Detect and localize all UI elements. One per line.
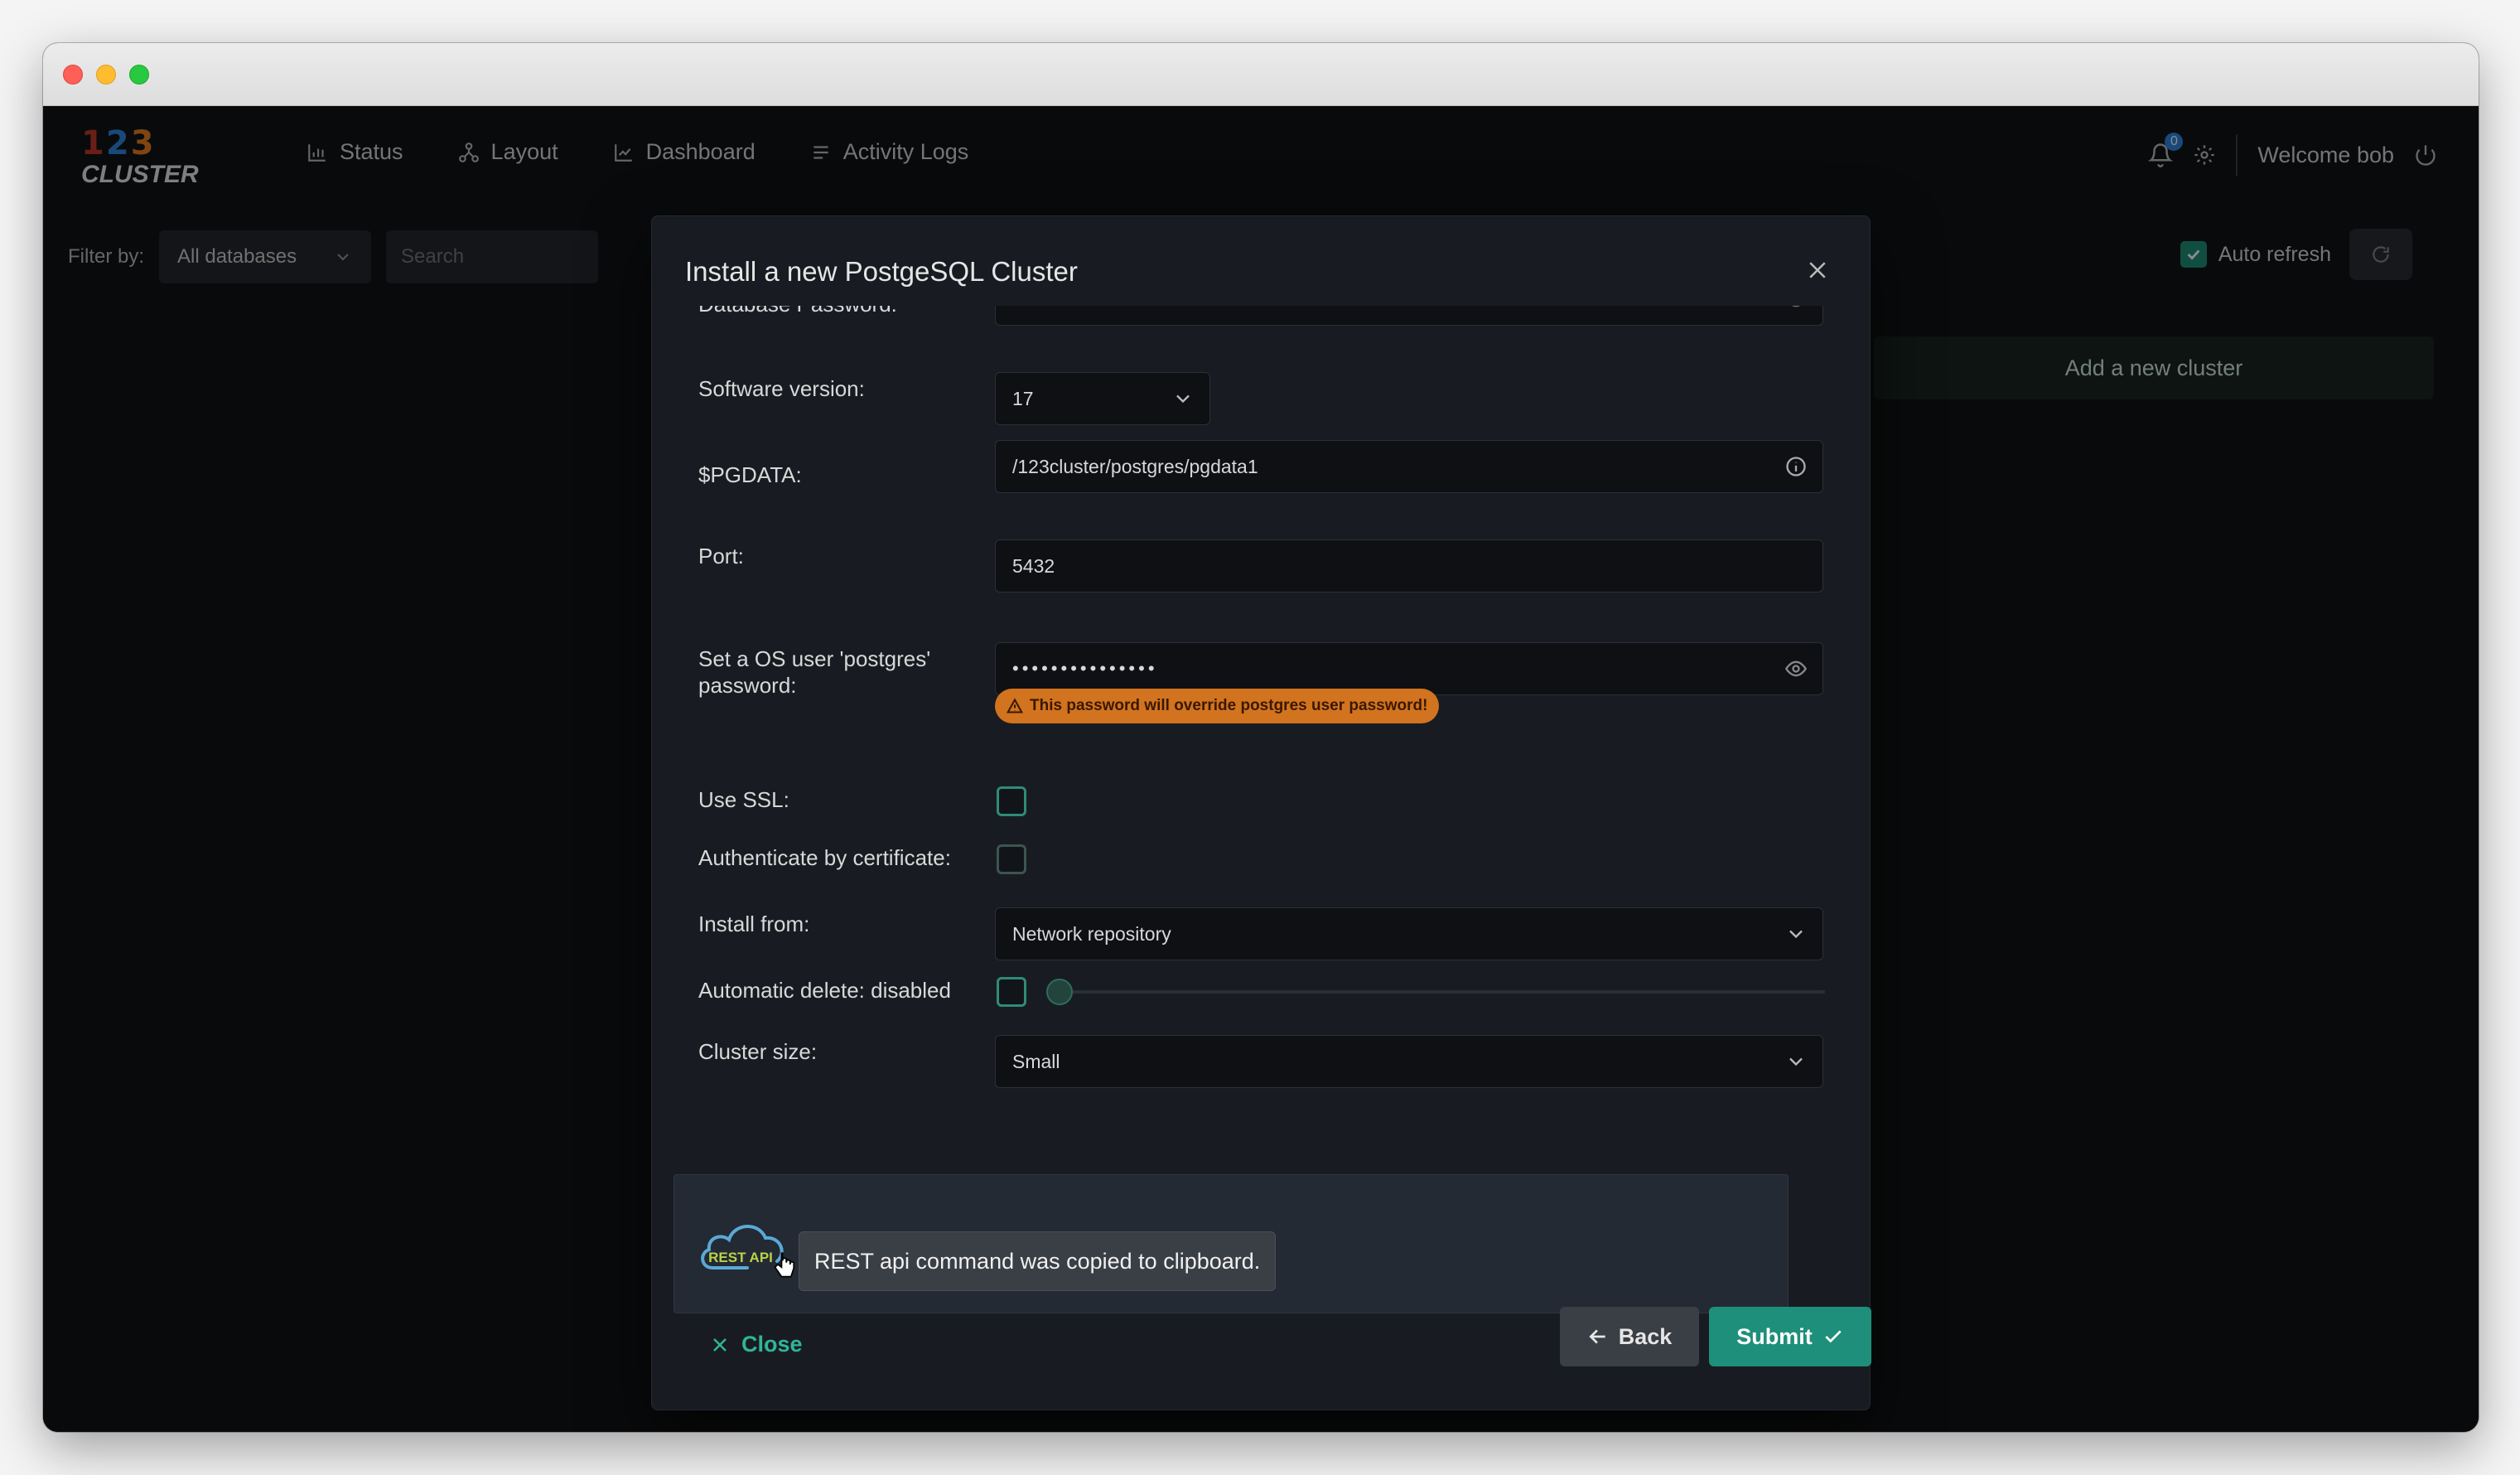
warning-icon xyxy=(1007,698,1023,713)
close-icon[interactable] xyxy=(1805,258,1830,283)
app-window: 123 CLUSTER Status Layout Dashboard Acti… xyxy=(43,43,2479,1432)
auto-delete-slider-track[interactable] xyxy=(1046,990,1825,994)
window-maximize-button[interactable] xyxy=(129,65,149,85)
back-button-label: Back xyxy=(1618,1323,1673,1349)
form-scroll-area[interactable]: Database Password: ••••••••••••• Softwar… xyxy=(652,306,1870,1284)
rest-api-panel: REST API REST api command was copied to … xyxy=(673,1174,1789,1313)
install-from-value: Network repository xyxy=(1012,922,1171,945)
password-warning-text: This password will override postgres use… xyxy=(1030,697,1428,714)
os-password-label: Set a OS user 'postgres' password: xyxy=(698,646,931,698)
use-ssl-label: Use SSL: xyxy=(698,787,789,812)
os-password-value: ••••••••••••••• xyxy=(1012,658,1158,679)
software-version-label: Software version: xyxy=(698,376,865,401)
window-close-button[interactable] xyxy=(63,65,83,85)
eye-icon[interactable] xyxy=(1784,657,1808,680)
auth-cert-label: Authenticate by certificate: xyxy=(698,845,951,870)
install-cluster-modal: Install a new PostgeSQL Cluster Database… xyxy=(651,215,1871,1410)
check-icon xyxy=(1825,1330,1842,1343)
install-from-label: Install from: xyxy=(698,912,810,936)
cluster-size-label: Cluster size: xyxy=(698,1039,818,1064)
os-password-input[interactable]: ••••••••••••••• xyxy=(995,642,1823,695)
modal-title: Install a new PostgeSQL Cluster xyxy=(685,256,1078,287)
window-titlebar xyxy=(43,43,2479,106)
clipboard-tooltip: REST api command was copied to clipboard… xyxy=(799,1231,1277,1291)
db-password-value: ••••••••••••• xyxy=(1012,306,1138,310)
window-minimize-button[interactable] xyxy=(96,65,116,85)
db-password-label: Database Password: xyxy=(698,306,972,317)
submit-button[interactable]: Submit xyxy=(1709,1307,1871,1366)
pgdata-label: $PGDATA: xyxy=(698,462,802,487)
cluster-size-value: Small xyxy=(1012,1050,1060,1072)
chevron-down-icon xyxy=(1789,1057,1803,1066)
db-password-input[interactable]: ••••••••••••• xyxy=(995,306,1823,326)
chevron-down-icon xyxy=(1176,394,1190,404)
pgdata-value: /123cluster/postgres/pgdata1 xyxy=(1012,455,1258,477)
close-button[interactable]: Close xyxy=(710,1332,803,1357)
auto-delete-label: Automatic delete: disabled xyxy=(698,978,951,1003)
info-icon[interactable] xyxy=(1784,455,1808,478)
submit-button-label: Submit xyxy=(1736,1323,1813,1349)
close-icon xyxy=(713,1337,727,1352)
auto-delete-slider-handle[interactable] xyxy=(1046,979,1073,1005)
app-content: 123 CLUSTER Status Layout Dashboard Acti… xyxy=(43,106,2479,1432)
eye-icon[interactable] xyxy=(1784,306,1808,311)
chevron-down-icon xyxy=(1789,930,1803,939)
close-button-label: Close xyxy=(741,1332,803,1357)
use-ssl-checkbox[interactable] xyxy=(997,786,1026,816)
back-button[interactable]: Back xyxy=(1560,1307,1699,1366)
rest-api-icon-text: REST API xyxy=(708,1250,773,1265)
auth-cert-checkbox[interactable] xyxy=(997,844,1026,874)
port-input[interactable]: 5432 xyxy=(995,539,1823,592)
cluster-size-select[interactable]: Small xyxy=(995,1035,1823,1088)
software-version-select[interactable]: 17 xyxy=(995,372,1210,425)
port-label: Port: xyxy=(698,544,744,568)
arrow-left-icon xyxy=(1589,1329,1605,1344)
auto-delete-checkbox[interactable] xyxy=(997,977,1026,1007)
install-from-select[interactable]: Network repository xyxy=(995,907,1823,960)
pgdata-input[interactable]: /123cluster/postgres/pgdata1 xyxy=(995,440,1823,493)
mouse-pointer-icon xyxy=(774,1252,795,1278)
software-version-value: 17 xyxy=(1012,387,1034,409)
password-warning-badge: This password will override postgres use… xyxy=(995,689,1440,723)
port-value: 5432 xyxy=(1012,554,1055,577)
